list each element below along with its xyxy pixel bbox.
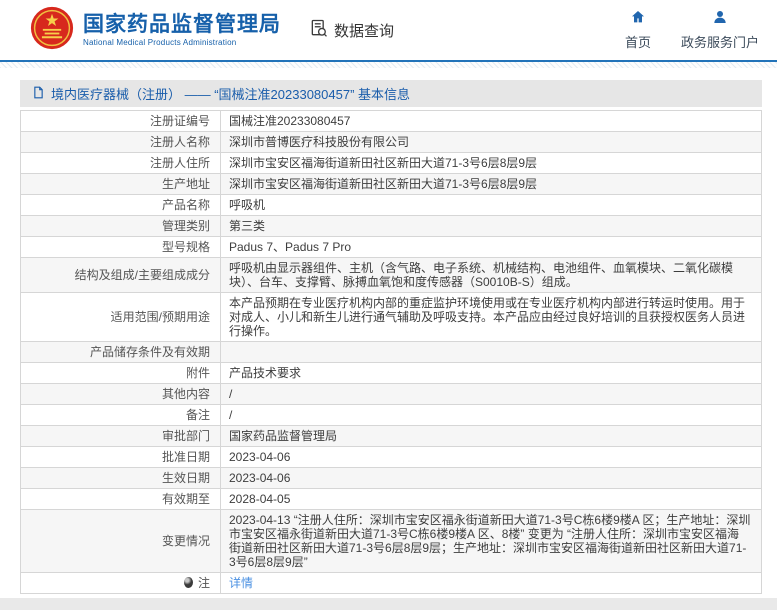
field-value: 深圳市宝安区福海街道新田社区新田大道71-3号6层8层9层: [221, 174, 762, 195]
table-row: 适用范围/预期用途 本产品预期在专业医疗机构内部的重症监护环境使用或在专业医疗机…: [21, 293, 762, 342]
table-row: 注册证编号 国械注准20233080457: [21, 111, 762, 132]
top-nav: 首页 政务服务门户: [625, 9, 759, 51]
nav-service-portal[interactable]: 政务服务门户: [681, 9, 759, 51]
field-label: 变更情况: [21, 510, 221, 573]
field-value: /: [221, 405, 762, 426]
nav-home-label: 首页: [625, 32, 651, 51]
table-row: 附件 产品技术要求: [21, 363, 762, 384]
field-value: 2023-04-13 “注册人住所：深圳市宝安区福永街道新田大道71-3号C栋6…: [221, 510, 762, 573]
table-row-note: 注 详情: [21, 573, 762, 594]
table-row: 变更情况 2023-04-13 “注册人住所：深圳市宝安区福永街道新田大道71-…: [21, 510, 762, 573]
table-row: 审批部门 国家药品监督管理局: [21, 426, 762, 447]
table-row: 结构及组成/主要组成成分 呼吸机由显示器组件、主机（含气路、电子系统、机械结构、…: [21, 258, 762, 293]
brand: 国家药品监督管理局 National Medical Products Admi…: [30, 6, 281, 55]
field-label: 批准日期: [21, 447, 221, 468]
field-value: 呼吸机由显示器组件、主机（含气路、电子系统、机械结构、电池组件、血氧模块、二氧化…: [221, 258, 762, 293]
field-value: 深圳市普博医疗科技股份有限公司: [221, 132, 762, 153]
field-value: 第三类: [221, 216, 762, 237]
table-row: 生产地址 深圳市宝安区福海街道新田社区新田大道71-3号6层8层9层: [21, 174, 762, 195]
field-label: 适用范围/预期用途: [21, 293, 221, 342]
document-icon: [32, 86, 45, 102]
table-row: 注册人住所 深圳市宝安区福海街道新田社区新田大道71-3号6层8层9层: [21, 153, 762, 174]
table-row: 型号规格 Padus 7、Padus 7 Pro: [21, 237, 762, 258]
field-value: 产品技术要求: [221, 363, 762, 384]
field-value: 2023-04-06: [221, 468, 762, 489]
field-value: 国家药品监督管理局: [221, 426, 762, 447]
breadcrumb: 境内医疗器械（注册） —— “国械注准20233080457” 基本信息: [20, 80, 762, 107]
site-subtitle: National Medical Products Administration: [83, 38, 281, 47]
doc-search-icon: [309, 18, 329, 42]
field-value: 2023-04-06: [221, 447, 762, 468]
table-row: 生效日期 2023-04-06: [21, 468, 762, 489]
field-label: 产品名称: [21, 195, 221, 216]
field-value: 呼吸机: [221, 195, 762, 216]
field-value: 深圳市宝安区福海街道新田社区新田大道71-3号6层8层9层: [221, 153, 762, 174]
field-value: 2028-04-05: [221, 489, 762, 510]
field-label: 生产地址: [21, 174, 221, 195]
field-label: 结构及组成/主要组成成分: [21, 258, 221, 293]
table-row: 有效期至 2028-04-05: [21, 489, 762, 510]
table-row: 注册人名称 深圳市普博医疗科技股份有限公司: [21, 132, 762, 153]
field-label: 注: [21, 573, 221, 594]
site-header: 国家药品监督管理局 National Medical Products Admi…: [0, 0, 777, 60]
field-label: 生效日期: [21, 468, 221, 489]
national-emblem-icon: [30, 6, 74, 55]
field-label: 注册人住所: [21, 153, 221, 174]
field-label: 审批部门: [21, 426, 221, 447]
field-value: [221, 342, 762, 363]
table-row: 其他内容 /: [21, 384, 762, 405]
registration-info-table: 注册证编号 国械注准20233080457 注册人名称 深圳市普博医疗科技股份有…: [20, 110, 762, 594]
field-value: /: [221, 384, 762, 405]
breadcrumb-text: 境内医疗器械（注册） —— “国械注准20233080457” 基本信息: [51, 84, 410, 103]
main-content: 境内医疗器械（注册） —— “国械注准20233080457” 基本信息 注册证…: [0, 68, 777, 594]
user-icon: [712, 9, 728, 28]
detail-link[interactable]: 详情: [229, 576, 253, 590]
field-label: 注册证编号: [21, 111, 221, 132]
field-label: 型号规格: [21, 237, 221, 258]
field-label: 产品储存条件及有效期: [21, 342, 221, 363]
table-row: 产品储存条件及有效期: [21, 342, 762, 363]
table-row: 备注 /: [21, 405, 762, 426]
home-icon: [630, 9, 646, 28]
field-label: 管理类别: [21, 216, 221, 237]
nav-service-portal-label: 政务服务门户: [681, 32, 759, 51]
field-label: 注册人名称: [21, 132, 221, 153]
field-value: 详情: [221, 573, 762, 594]
data-query-label: 数据查询: [334, 20, 394, 41]
brand-text: 国家药品监督管理局 National Medical Products Admi…: [83, 13, 281, 47]
field-value: 本产品预期在专业医疗机构内部的重症监护环境使用或在专业医疗机构内部进行转运时使用…: [221, 293, 762, 342]
note-bullet-icon: [184, 577, 193, 588]
field-value: Padus 7、Padus 7 Pro: [221, 237, 762, 258]
table-row: 产品名称 呼吸机: [21, 195, 762, 216]
nav-home[interactable]: 首页: [625, 9, 651, 51]
field-label: 其他内容: [21, 384, 221, 405]
table-row: 管理类别 第三类: [21, 216, 762, 237]
data-query-tab[interactable]: 数据查询: [309, 18, 394, 42]
field-value: 国械注准20233080457: [221, 111, 762, 132]
footer-strip: [0, 598, 777, 610]
field-label-text: 注: [198, 576, 210, 590]
field-label: 备注: [21, 405, 221, 426]
field-label: 有效期至: [21, 489, 221, 510]
table-row: 批准日期 2023-04-06: [21, 447, 762, 468]
field-label: 附件: [21, 363, 221, 384]
site-title: 国家药品监督管理局: [83, 13, 281, 37]
